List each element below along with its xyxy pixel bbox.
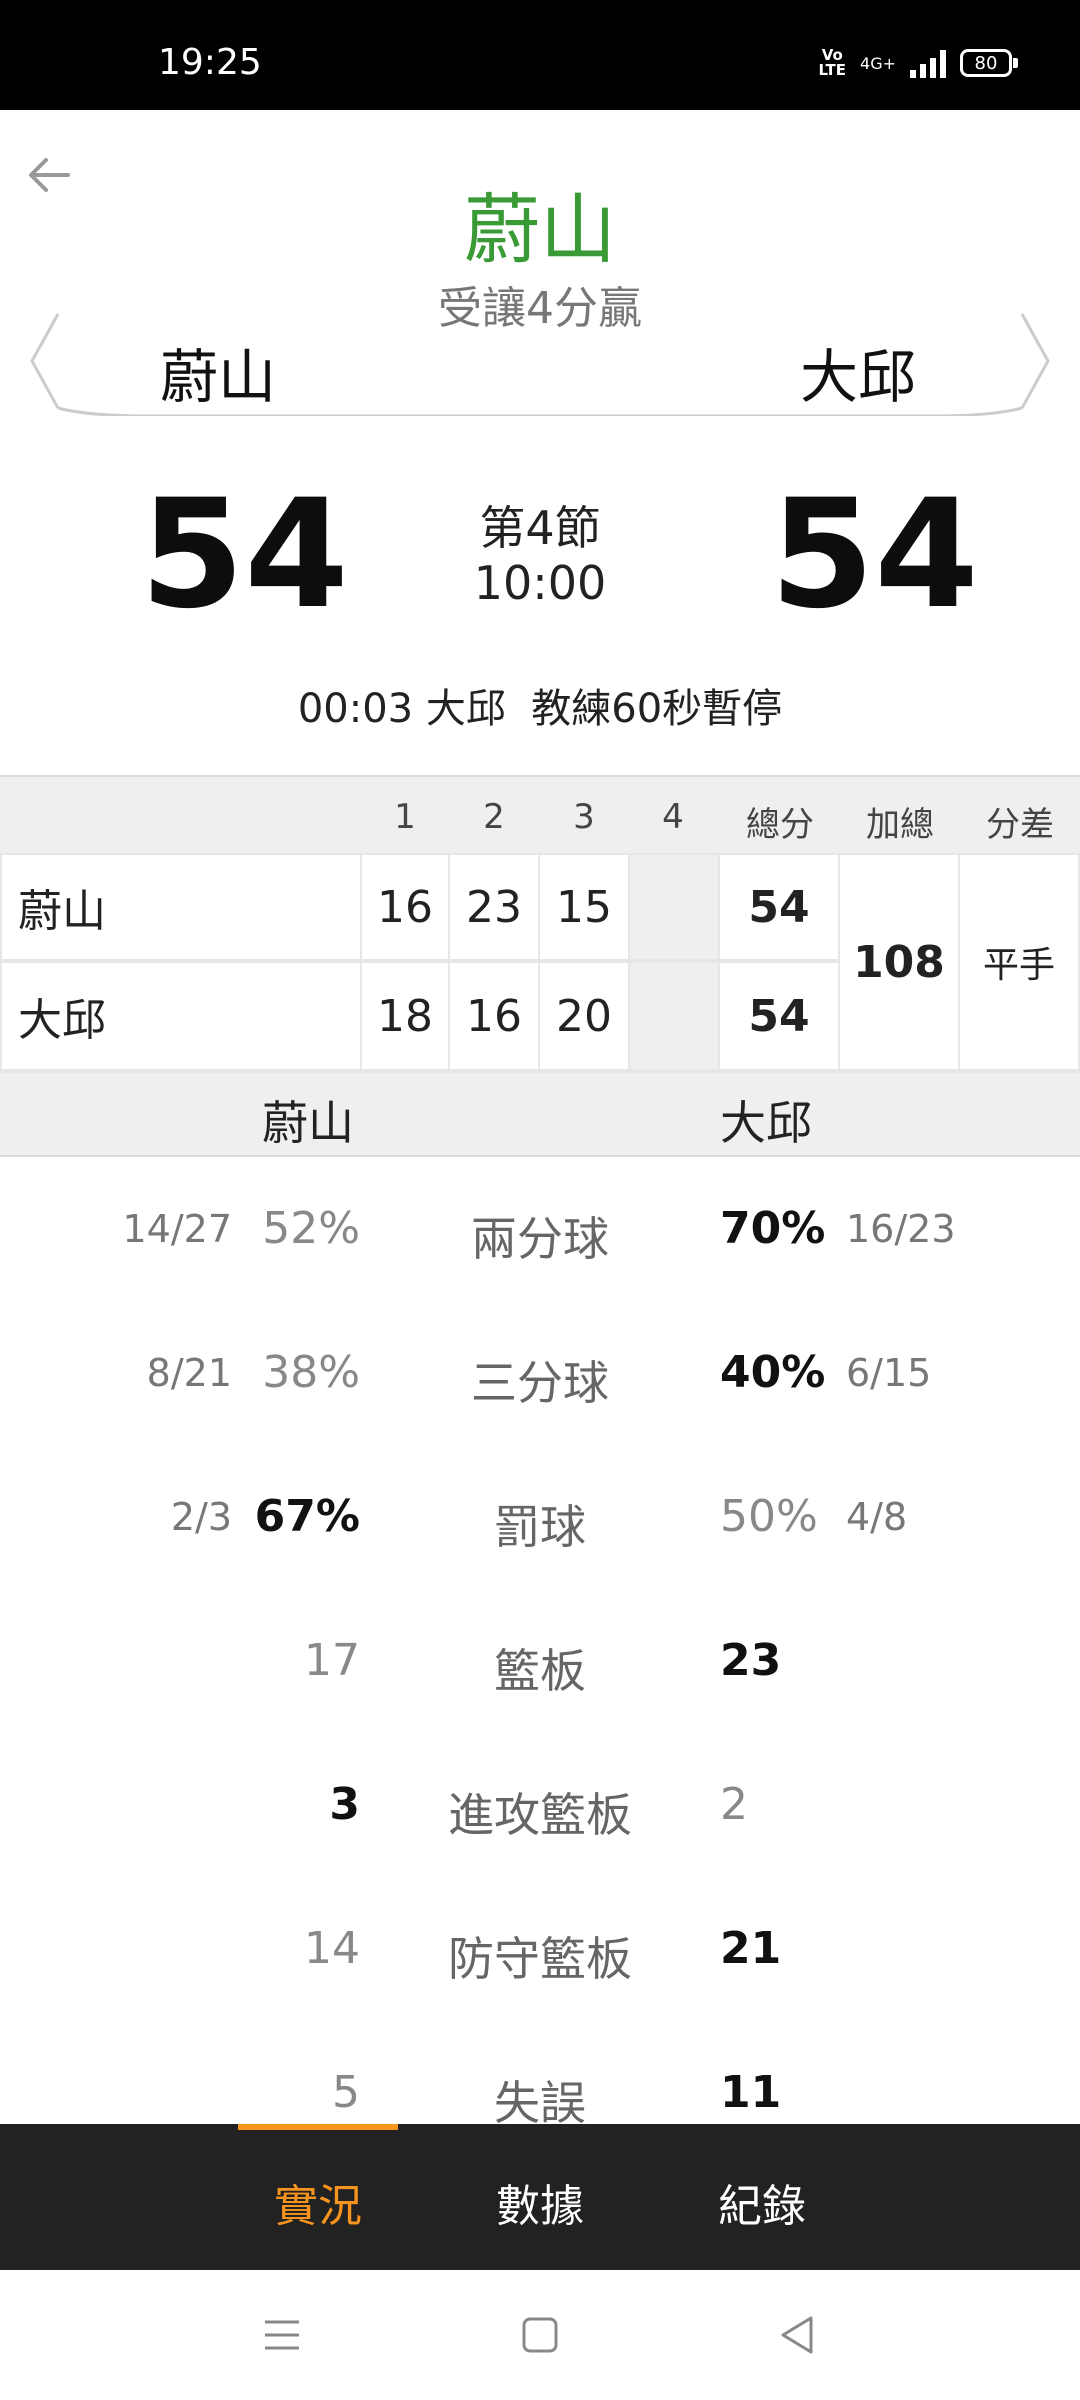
volte-icon: Vo LTE: [818, 46, 847, 79]
quarter-col-1: 1: [394, 797, 416, 837]
stats-away-team: 大邱: [720, 1096, 812, 1150]
status-time: 19:25: [158, 42, 262, 83]
stat-row: 3 進攻籃板 2: [0, 1733, 1080, 1879]
stat-away-value: 11: [720, 2067, 782, 2118]
menu-icon[interactable]: [257, 2310, 307, 2360]
table-row-team: 蔚山: [2, 855, 360, 959]
stats-header: 蔚山 大邱: [0, 1073, 1080, 1157]
stat-home-value: 38%: [262, 1347, 360, 1398]
away-score: 54: [770, 468, 979, 642]
stats-home-team: 蔚山: [262, 1096, 354, 1150]
stat-away-frac: 16/23: [846, 1207, 956, 1251]
table-cell-diff: 平手: [960, 855, 1078, 1069]
table-cell: 16: [362, 855, 448, 959]
stat-away-value: 2: [720, 1779, 748, 1830]
table-cell: 20: [540, 963, 628, 1069]
table-cell: [630, 963, 718, 1069]
quarter-col-sum: 加總: [866, 805, 934, 845]
quarter-col-4: 4: [662, 797, 684, 837]
team-home-name: 蔚山: [160, 343, 277, 411]
quarter-col-3: 3: [573, 797, 595, 837]
stat-home-value: 52%: [262, 1203, 360, 1254]
system-nav-bar: [0, 2270, 1080, 2400]
stat-label: 罰球: [494, 1500, 586, 1554]
active-tab-indicator: [238, 2124, 398, 2130]
table-cell: 18: [362, 963, 448, 1069]
stat-home-frac: 2/3: [170, 1495, 232, 1539]
stat-home-frac: 8/21: [146, 1351, 232, 1395]
stat-away-value: 21: [720, 1923, 782, 1974]
bottom-tab-bar: 實況 數據 紀錄: [0, 2124, 1080, 2270]
stat-away-frac: 6/15: [846, 1351, 932, 1395]
table-cell-total: 54: [720, 963, 838, 1069]
tab-live[interactable]: 實況: [238, 2170, 398, 2234]
home-icon[interactable]: [515, 2310, 565, 2360]
tab-records[interactable]: 紀錄: [682, 2170, 842, 2234]
page-title: 蔚山: [464, 185, 616, 274]
last-event: 00:03 大邱 教練60秒暫停: [297, 686, 783, 732]
signal-icon: [910, 48, 946, 78]
game-clock: 10:00: [473, 556, 607, 610]
stat-home-value: 17: [304, 1635, 360, 1686]
quarter-col-total: 總分: [746, 805, 814, 845]
stat-away-value: 70%: [720, 1203, 826, 1254]
stat-row: 14 防守籃板 21: [0, 1877, 1080, 2023]
back-triangle-icon[interactable]: [773, 2310, 823, 2360]
stat-row: 8/21 38% 三分球 40% 6/15: [0, 1301, 1080, 1447]
home-score: 54: [140, 468, 349, 642]
team-away-name: 大邱: [800, 343, 917, 411]
table-row-team: 大邱: [2, 963, 360, 1069]
stat-row: 14/27 52% 兩分球 70% 16/23: [0, 1157, 1080, 1303]
quarter-header: 1 2 3 4 總分 加總 分差: [0, 775, 1080, 857]
stat-label: 三分球: [471, 1356, 609, 1410]
stat-away-value: 40%: [720, 1347, 826, 1398]
battery-icon: 80: [960, 49, 1018, 77]
table-cell-total: 54: [720, 855, 838, 959]
stat-home-frac: 14/27: [122, 1207, 232, 1251]
stat-home-value: 67%: [254, 1491, 360, 1542]
table-cell: 15: [540, 855, 628, 959]
table-cell: 23: [450, 855, 538, 959]
quarter-col-2: 2: [483, 797, 505, 837]
table-cell: [630, 855, 718, 959]
quarter-table: 蔚山 16 23 15 54 大邱 18 16 20 54 108 平手: [0, 853, 1080, 1073]
status-bar: 19:25 Vo LTE 4G+ 80: [0, 0, 1080, 110]
stat-label: 進攻籃板: [448, 1788, 632, 1842]
battery-level: 80: [974, 52, 998, 74]
stat-label: 兩分球: [471, 1212, 609, 1266]
quarter-col-diff: 分差: [986, 805, 1054, 845]
stat-row: 17 籃板 23: [0, 1589, 1080, 1735]
table-cell: 16: [450, 963, 538, 1069]
stat-away-value: 50%: [720, 1491, 818, 1542]
tab-stats[interactable]: 數據: [460, 2170, 620, 2234]
network-label: 4G+: [860, 53, 896, 73]
stat-row: 2/3 67% 罰球 50% 4/8: [0, 1445, 1080, 1591]
stat-away-value: 23: [720, 1635, 782, 1686]
status-icons: Vo LTE 4G+ 80: [818, 46, 1018, 79]
stat-home-value: 14: [304, 1923, 360, 1974]
period: 第4節: [479, 501, 601, 555]
table-cell-sum: 108: [840, 855, 958, 1069]
stat-home-value: 5: [332, 2067, 360, 2118]
stat-home-value: 3: [329, 1779, 360, 1830]
stat-away-frac: 4/8: [846, 1495, 908, 1539]
stat-label: 籃板: [494, 1644, 586, 1698]
stat-label: 防守籃板: [448, 1932, 632, 1986]
